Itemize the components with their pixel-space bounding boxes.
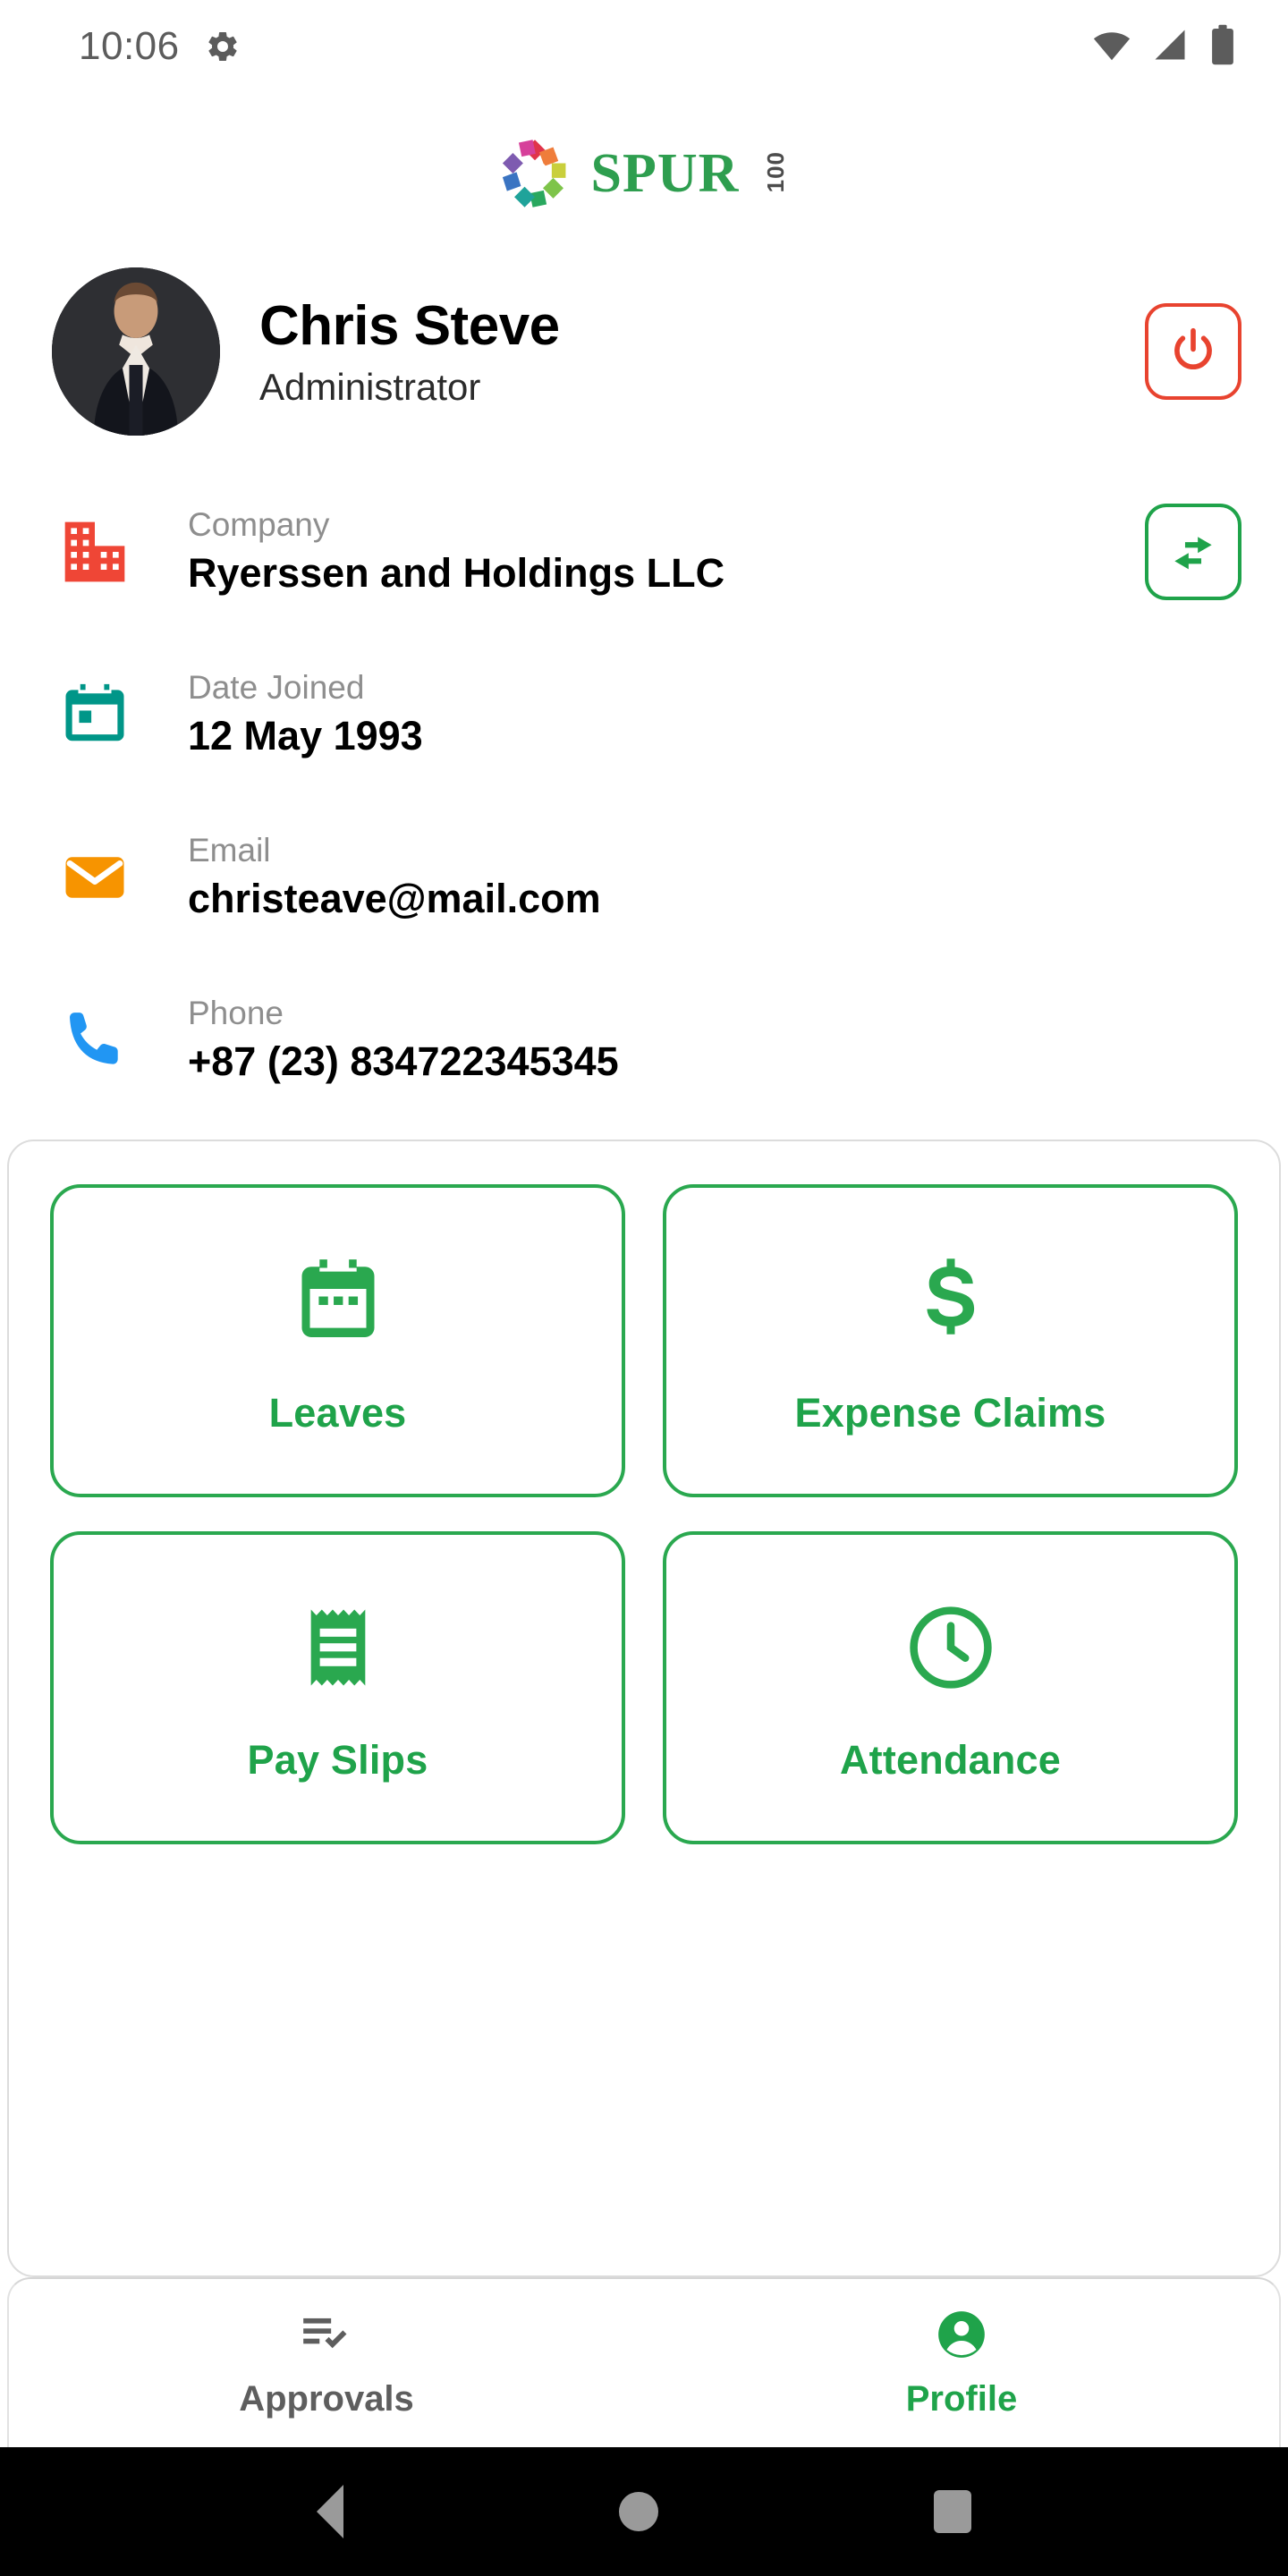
wifi-icon	[1091, 24, 1132, 70]
phone-icon	[52, 1005, 138, 1075]
profile-role: Administrator	[259, 365, 481, 408]
status-icons	[1091, 24, 1238, 70]
info-row-date-joined: Date Joined 12 May 1993	[52, 633, 1241, 796]
info-value-date-joined: 12 May 1993	[188, 713, 423, 759]
brand-name: SPUR	[590, 143, 740, 204]
tab-profile[interactable]: Profile	[644, 2279, 1279, 2447]
status-clock: 10:06	[79, 24, 180, 68]
info-label-date-joined: Date Joined	[188, 668, 365, 706]
tile-pay-slips[interactable]: Pay Slips	[50, 1531, 625, 1844]
receipt-icon	[292, 1592, 385, 1703]
info-label-phone: Phone	[188, 994, 284, 1031]
clock-icon	[902, 1592, 999, 1703]
info-row-phone: Phone +87 (23) 834722345345	[52, 959, 1241, 1122]
profile-name: Chris Steve	[259, 295, 560, 358]
spur-pinwheel-logo-icon	[498, 137, 572, 210]
gear-icon	[205, 29, 241, 64]
logout-button[interactable]	[1145, 303, 1241, 400]
tab-label-approvals: Approvals	[239, 2379, 414, 2419]
calendar-icon	[52, 680, 138, 750]
envelope-icon	[52, 843, 138, 912]
info-row-email: Email christeave@mail.com	[52, 796, 1241, 959]
home-circle-icon[interactable]	[619, 2492, 658, 2531]
tile-label-expense-claims: Expense Claims	[794, 1390, 1106, 1436]
info-value-email: christeave@mail.com	[188, 876, 601, 922]
calendar-leaves-icon	[290, 1245, 386, 1356]
quick-actions-panel: Leaves Expense Claims Pay Slips Attendan…	[7, 1140, 1281, 2277]
tab-approvals[interactable]: Approvals	[9, 2279, 644, 2447]
dollar-sign-icon	[902, 1245, 999, 1356]
account-circle-icon	[934, 2307, 989, 2367]
app-logo: SPUR 100	[0, 93, 1288, 227]
switch-company-button[interactable]	[1145, 504, 1241, 600]
tile-label-pay-slips: Pay Slips	[247, 1737, 428, 1783]
office-building-icon	[52, 516, 138, 588]
recents-square-icon[interactable]	[934, 2490, 971, 2533]
playlist-check-icon	[299, 2307, 354, 2367]
info-row-company: Company Ryerssen and Holdings LLC	[52, 470, 1241, 633]
info-label-email: Email	[188, 831, 271, 869]
app-screen: 10:06 SPUR 100 Chris Steve Administrator…	[0, 0, 1288, 2576]
info-value-company: Ryerssen and Holdings LLC	[188, 550, 725, 597]
tab-label-profile: Profile	[905, 2379, 1018, 2419]
cellular-signal-icon	[1150, 25, 1190, 69]
quick-actions-grid: Leaves Expense Claims Pay Slips Attendan…	[50, 1184, 1238, 1844]
tile-expense-claims[interactable]: Expense Claims	[663, 1184, 1238, 1497]
tile-label-attendance: Attendance	[839, 1737, 1062, 1783]
info-value-phone: +87 (23) 834722345345	[188, 1038, 619, 1085]
user-avatar-photo	[52, 267, 220, 436]
profile-header: Chris Steve Administrator	[0, 249, 1288, 454]
tile-leaves[interactable]: Leaves	[50, 1184, 625, 1497]
tile-attendance[interactable]: Attendance	[663, 1531, 1238, 1844]
brand-superscript: 100	[762, 150, 790, 193]
bottom-navigation: Approvals Profile	[7, 2277, 1281, 2447]
info-label-company: Company	[188, 505, 330, 543]
back-triangle-icon[interactable]	[317, 2485, 343, 2538]
battery-icon	[1208, 24, 1238, 70]
tile-label-leaves: Leaves	[268, 1390, 407, 1436]
profile-info-list: Company Ryerssen and Holdings LLC Date J…	[0, 454, 1288, 1122]
status-bar: 10:06	[0, 0, 1288, 93]
android-system-navigation	[0, 2447, 1288, 2576]
